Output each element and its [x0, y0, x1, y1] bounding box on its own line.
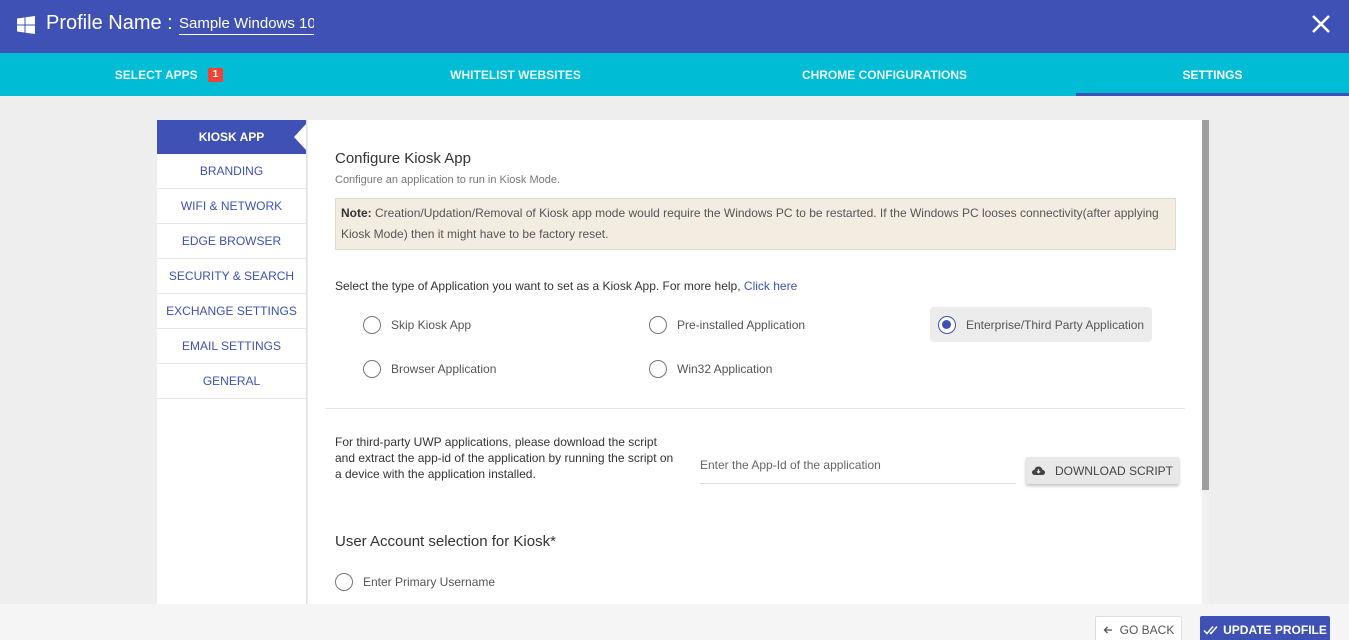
kiosk-settings-panel: Configure Kiosk App Configure an applica…: [308, 120, 1202, 604]
scrollbar-thumb[interactable]: [1202, 120, 1209, 490]
section-divider: [325, 408, 1185, 409]
sidebar-item-general[interactable]: GENERAL: [157, 364, 306, 399]
radio-enter-primary-username[interactable]: Enter Primary Username: [335, 573, 495, 591]
update-profile-label: UPDATE PROFILE: [1223, 623, 1327, 637]
radio-browser-application[interactable]: Browser Application: [363, 360, 496, 378]
update-profile-button[interactable]: UPDATE PROFILE: [1200, 616, 1330, 640]
radio-skip-kiosk-app[interactable]: Skip Kiosk App: [363, 316, 471, 334]
note-text: Creation/Updation/Removal of Kiosk app m…: [341, 206, 1159, 241]
profile-header: Profile Name : Sample Windows 10 P: [0, 0, 1349, 53]
profile-name-label: Profile Name :: [46, 12, 173, 34]
radio-circle: [649, 316, 667, 334]
radio-enterprise-third-party-application[interactable]: Enterprise/Third Party Application: [930, 307, 1153, 342]
tab-whitelist-websites[interactable]: WHITELIST WEBSITES: [338, 53, 693, 96]
sidebar-item-email-settings[interactable]: EMAIL SETTINGS: [157, 329, 306, 364]
radio-label: Skip Kiosk App: [391, 318, 472, 332]
go-back-label: GO BACK: [1119, 623, 1175, 637]
page-subtitle: Configure an application to run in Kiosk…: [335, 174, 561, 186]
page-title: Configure Kiosk App: [335, 150, 471, 167]
tab-chrome-configurations[interactable]: CHROME CONFIGURATIONS: [693, 53, 1076, 96]
sidebar-item-branding[interactable]: BRANDING: [157, 154, 306, 189]
radio-circle: [938, 315, 956, 334]
app-type-prompt-text: Select the type of Application you want …: [335, 279, 744, 293]
settings-sidebar: KIOSK APP BRANDING WIFI & NETWORK EDGE B…: [157, 120, 307, 604]
radio-pre-installed-application[interactable]: Pre-installed Application: [649, 316, 805, 334]
windows-logo-icon: [17, 16, 35, 34]
double-check-icon: [1203, 626, 1218, 635]
download-script-button[interactable]: DOWNLOAD SCRIPT: [1026, 457, 1179, 484]
tab-chrome-configurations-label: CHROME CONFIGURATIONS: [801, 67, 968, 82]
close-icon[interactable]: [1310, 13, 1332, 35]
radio-circle: [363, 316, 381, 334]
tab-select-apps-label: SELECT APPS: [114, 67, 198, 82]
tab-settings[interactable]: SETTINGS: [1076, 53, 1349, 96]
arrow-left-icon: [1103, 626, 1112, 634]
sidebar-item-exchange-settings[interactable]: EXCHANGE SETTINGS: [157, 294, 306, 329]
help-link[interactable]: Click here: [744, 279, 797, 293]
radio-circle: [335, 573, 353, 591]
note-label: Note:: [341, 206, 372, 220]
select-apps-count-badge: 1: [207, 67, 224, 82]
download-script-label: DOWNLOAD SCRIPT: [1054, 463, 1173, 478]
sidebar-item-edge-browser[interactable]: EDGE BROWSER: [157, 224, 306, 259]
tab-settings-label: SETTINGS: [1182, 67, 1243, 82]
cloud-download-icon: [1031, 466, 1045, 475]
sidebar-item-kiosk-app[interactable]: KIOSK APP: [157, 120, 306, 154]
uwp-instructions: For third-party UWP applications, please…: [335, 435, 674, 481]
tab-whitelist-websites-label: WHITELIST WEBSITES: [450, 67, 581, 82]
radio-label: Enterprise/Third Party Application: [966, 317, 1145, 332]
radio-label: Browser Application: [391, 362, 497, 376]
panel-scrollbar[interactable]: [1202, 120, 1209, 604]
profile-tabs: SELECT APPS 1 WHITELIST WEBSITES CHROME …: [0, 53, 1349, 96]
go-back-button[interactable]: GO BACK: [1095, 616, 1182, 640]
radio-label: Enter Primary Username: [363, 575, 496, 589]
app-type-prompt: Select the type of Application you want …: [335, 279, 797, 293]
sidebar-item-wifi-network[interactable]: WIFI & NETWORK: [157, 189, 306, 224]
radio-label: Pre-installed Application: [677, 318, 806, 332]
radio-circle: [363, 360, 381, 378]
app-id-input[interactable]: Enter the App-Id of the application: [700, 454, 1016, 484]
sidebar-item-security-search[interactable]: SECURITY & SEARCH: [157, 259, 306, 294]
tab-select-apps[interactable]: SELECT APPS 1: [0, 53, 338, 96]
radio-label: Win32 Application: [677, 362, 773, 376]
profile-name-input[interactable]: Sample Windows 10 P: [179, 15, 314, 35]
radio-win32-application[interactable]: Win32 Application: [649, 360, 772, 378]
restart-note: Note: Creation/Updation/Removal of Kiosk…: [335, 198, 1176, 250]
radio-circle: [649, 360, 667, 378]
user-account-title: User Account selection for Kiosk*: [335, 533, 556, 550]
